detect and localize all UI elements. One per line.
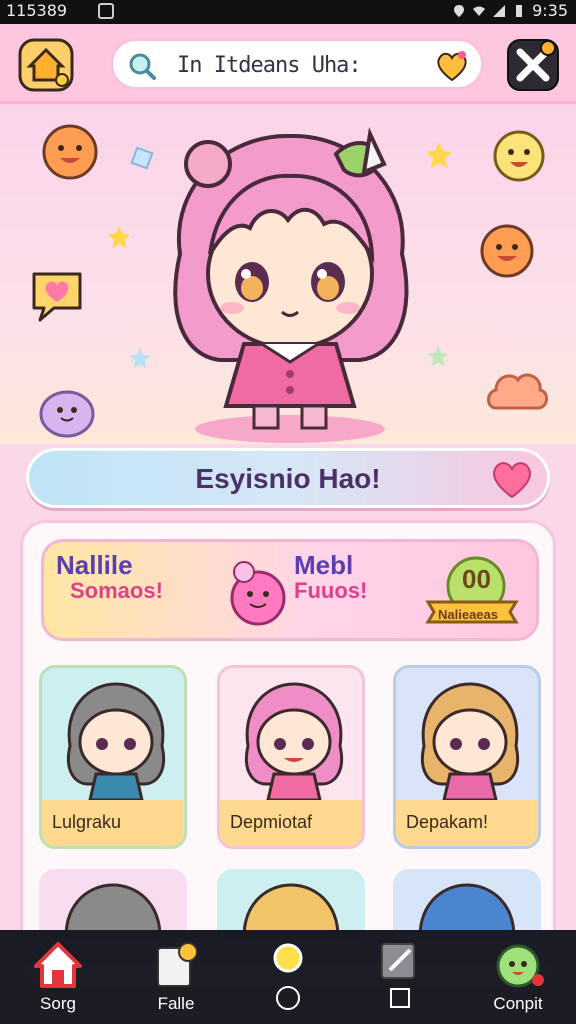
close-icon[interactable] (506, 38, 560, 92)
home-icon[interactable] (18, 38, 74, 92)
nav-item-home-button[interactable] (248, 940, 328, 1024)
smile-bubble-icon (42, 124, 98, 180)
home-circle-icon (273, 943, 303, 973)
cloud-icon (487, 373, 548, 410)
character-card-partial[interactable] (39, 869, 187, 939)
status-time: 9:35 (532, 1, 568, 20)
nav-item-square[interactable] (360, 940, 440, 1024)
character-card-name: Depmiotaf (220, 800, 362, 846)
promo-strip[interactable]: Nallile Somaos! Mebl Fuuos! 00 Nalieaeas (41, 539, 539, 641)
pink-blob-icon (230, 561, 286, 626)
nav-item-conpit[interactable]: Conpit (478, 940, 558, 1024)
character-card[interactable]: Depakam! (393, 665, 541, 849)
edit-icon (381, 943, 415, 979)
home-icon (34, 942, 82, 988)
promo-item-2[interactable]: Mebl Fuuos! (294, 552, 394, 634)
search-bar[interactable]: In Itdeans Uha: (110, 38, 484, 90)
happy-bubble-icon (480, 224, 534, 278)
status-left-text: 115389 (6, 1, 68, 20)
character-card-partial[interactable] (217, 869, 365, 939)
nav-label: Conpit (493, 994, 543, 1013)
promo-item-1-subtitle: Somaos! (70, 578, 163, 603)
avatar-icon (496, 944, 544, 988)
heart-icon[interactable] (433, 47, 471, 85)
promo-item-1-title: Nallile (56, 550, 133, 580)
character-card[interactable]: Lulgraku (39, 665, 187, 849)
status-bar: 115389 9:35 (0, 0, 576, 24)
search-input[interactable]: In Itdeans Uha: (177, 53, 362, 78)
promo-item-2-title: Mebl (294, 550, 354, 580)
sim-icon (98, 3, 114, 19)
heart-icon[interactable] (487, 455, 537, 501)
character-card-name: Depakam! (396, 800, 538, 846)
character-card[interactable]: Depmiotaf (217, 665, 365, 849)
character-card-partial[interactable] (393, 869, 541, 939)
top-bar: In Itdeans Uha: (0, 24, 576, 104)
wifi-icon (473, 6, 486, 16)
content-panel: Nallile Somaos! Mebl Fuuos! 00 Nalieaeas (20, 520, 556, 990)
promo-item-3[interactable]: 00 Nalieaeas (404, 552, 534, 634)
promo-item-3-title: 00 (462, 564, 491, 594)
signal-icon (493, 4, 506, 17)
chibi-avatar (67, 682, 165, 802)
ghost-icon (39, 390, 95, 438)
sun-face-icon (493, 130, 545, 182)
square-icon (390, 988, 410, 1008)
chibi-avatar (421, 682, 519, 802)
greeting-banner[interactable]: Esyisnio Hao! (26, 448, 550, 508)
location-icon (454, 4, 465, 17)
banner-text: Esyisnio Hao! (195, 463, 381, 494)
hero-area (0, 104, 576, 444)
nav-label: Falle (157, 994, 195, 1013)
promo-item-1[interactable]: Nallile Somaos! (56, 552, 196, 634)
heart-bubble-icon (32, 272, 82, 322)
promo-item-2-subtitle: Fuuos! (294, 578, 368, 603)
file-icon (157, 942, 198, 987)
search-icon[interactable] (127, 51, 157, 81)
nav-item-sorg[interactable]: Sorg (18, 940, 98, 1024)
circle-button-icon (276, 986, 300, 1010)
chibi-girl-illustration (173, 127, 409, 443)
character-card-name: Lulgraku (42, 800, 184, 846)
nav-item-falle[interactable]: Falle (136, 940, 216, 1024)
star-icon (107, 225, 131, 249)
nav-label: Sorg (40, 994, 76, 1013)
battery-icon (516, 4, 523, 17)
chibi-avatar (245, 682, 343, 802)
promo-item-3-subtitle: Nalieaeas (438, 607, 498, 622)
